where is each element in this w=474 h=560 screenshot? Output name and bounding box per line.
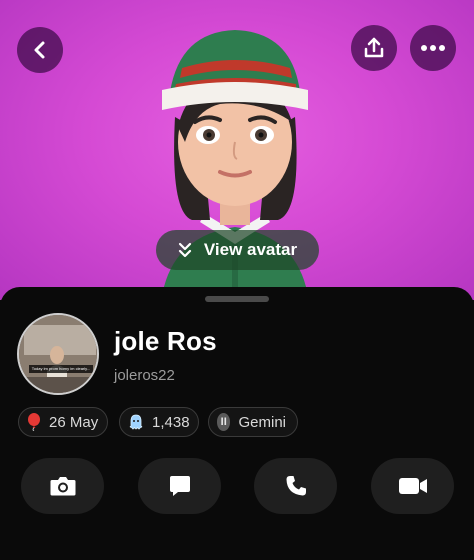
more-horizontal-icon [421, 45, 445, 51]
profile-sheet: Today im prom horny im clearly... jole R… [0, 287, 474, 560]
view-avatar-label: View avatar [203, 240, 298, 259]
birthday-chip[interactable]: 26 May [18, 407, 108, 437]
photo-caption: Today im prom horny im clearly... [29, 365, 93, 373]
gemini-icon: II [217, 413, 231, 431]
camera-icon [50, 477, 75, 496]
sheet-grabber[interactable] [205, 296, 269, 302]
back-button[interactable] [17, 27, 63, 73]
zodiac-chip[interactable]: II Gemini [208, 407, 298, 437]
double-chevron-down-icon [178, 242, 191, 258]
call-button[interactable] [254, 458, 337, 514]
action-bar [21, 458, 454, 514]
chat-icon [169, 476, 190, 496]
more-options-button[interactable] [410, 25, 456, 71]
share-button[interactable] [351, 25, 397, 71]
zodiac-label: Gemini [238, 413, 286, 431]
display-name: jole Ros [114, 326, 217, 356]
video-call-button[interactable] [371, 458, 454, 514]
profile-photo[interactable]: Today im prom horny im clearly... [17, 313, 99, 395]
phone-icon [286, 476, 306, 496]
camera-button[interactable] [21, 458, 104, 514]
chevron-left-icon [34, 41, 45, 59]
profile-photo-image [19, 315, 97, 393]
birthday-label: 26 May [49, 413, 99, 431]
snap-score-label: 1,438 [152, 413, 190, 431]
snap-score-chip[interactable]: 1,438 [119, 407, 199, 437]
view-avatar-button[interactable]: View avatar [156, 230, 319, 270]
username: joleros22 [114, 367, 175, 384]
ghost-icon [128, 414, 144, 430]
balloon-icon [27, 413, 41, 431]
avatar-hero: View avatar [0, 0, 474, 300]
chat-button[interactable] [138, 458, 221, 514]
video-camera-icon [398, 478, 427, 494]
share-upload-icon [364, 37, 384, 58]
